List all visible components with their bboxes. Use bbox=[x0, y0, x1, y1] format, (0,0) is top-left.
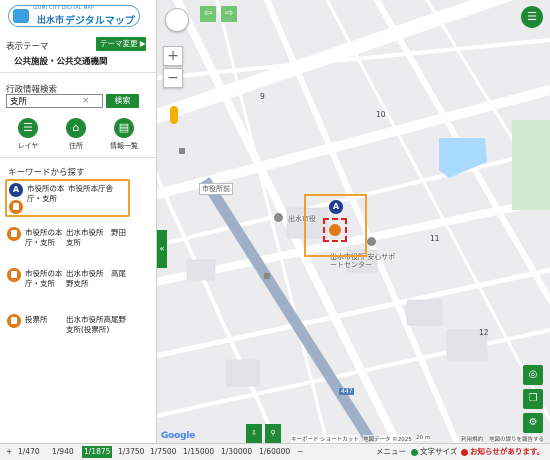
result-address: 出水市役所 高尾野支所 bbox=[66, 269, 126, 288]
google-logo: Google bbox=[161, 431, 196, 441]
block-number: 9 bbox=[260, 92, 265, 101]
forward-arrow-icon[interactable]: ⇨ bbox=[221, 6, 237, 22]
bottom-bar: + 1/470 1/940 1/1875 1/3750 1/7500 1/150… bbox=[0, 443, 550, 460]
scale-option[interactable]: 1/60000 bbox=[259, 446, 290, 458]
city-hall-icon bbox=[7, 268, 21, 282]
logo-small-text: IZUMI CITY DIGITAL MAP bbox=[33, 6, 95, 11]
station-label: 市役所前 bbox=[199, 183, 233, 195]
home-icon: ⌂ bbox=[66, 118, 86, 138]
city-hall-icon bbox=[7, 314, 21, 328]
map-data-text: 地図データ ©2025 bbox=[363, 435, 412, 443]
result-name: 市役所の本庁・支所 bbox=[25, 228, 63, 247]
compass-control[interactable] bbox=[165, 8, 189, 32]
result-name: 市役所の本庁・支所 bbox=[27, 184, 65, 203]
scale-option[interactable]: 1/940 bbox=[52, 446, 74, 458]
result-address: 市役所本庁舎 bbox=[68, 184, 113, 193]
tool-layer-label: レイヤ bbox=[17, 142, 39, 150]
tool-layer[interactable]: ☰ レイヤ bbox=[8, 118, 48, 151]
text-size-icon bbox=[411, 449, 418, 456]
scale-option[interactable]: 1/3750 bbox=[118, 446, 144, 458]
poi-icon[interactable] bbox=[274, 213, 283, 222]
keyword-label: キーワードから探す bbox=[8, 168, 85, 178]
result-address: 出水市役所 野田支所 bbox=[66, 228, 126, 247]
logo-main-text: デジタルマップ bbox=[65, 16, 135, 27]
city-hall-icon bbox=[9, 200, 23, 214]
theme-change-button[interactable]: テーマ変更 ▶ bbox=[96, 37, 146, 51]
walk-icon[interactable]: ⇩ bbox=[246, 424, 262, 443]
scale-option[interactable]: 1/7500 bbox=[150, 446, 176, 458]
tool-info-list[interactable]: ▤ 情報一覧 bbox=[104, 118, 144, 151]
keyboard-shortcuts-link[interactable]: キーボード ショートカット bbox=[291, 435, 359, 443]
tool-address[interactable]: ⌂ 住所 bbox=[56, 118, 96, 151]
route-shield: 447 bbox=[339, 388, 355, 395]
map-menu-button[interactable]: ☰ bbox=[521, 6, 543, 28]
block-number: 10 bbox=[376, 110, 386, 119]
scale-option-active[interactable]: 1/1875 bbox=[82, 446, 113, 458]
scale-option[interactable]: 1/15000 bbox=[183, 446, 214, 458]
sidebar: IZUMI CITY DIGITAL MAP 出水市 デジタルマップ 表示テーマ… bbox=[0, 0, 157, 443]
scale-text: 20 m bbox=[416, 435, 431, 441]
result-address: 出水市役所高尾野支所(投票所) bbox=[66, 315, 126, 334]
divider bbox=[0, 157, 157, 158]
tool-address-label: 住所 bbox=[69, 142, 83, 150]
city-hall-icon bbox=[329, 224, 341, 236]
theme-value: 公共施設・公共交通機関 bbox=[14, 57, 108, 67]
poi-icon bbox=[179, 148, 185, 154]
locate-icon[interactable]: ◎ bbox=[523, 365, 543, 385]
map-canvas[interactable]: ⇦ ⇨ ☰ + − 9 10 11 12 市役所前 出水市役 出水市役所 安心サ… bbox=[157, 0, 550, 443]
clear-icon[interactable]: × bbox=[82, 94, 92, 108]
menu-link[interactable]: メニュー bbox=[376, 446, 406, 458]
logo-mark-icon bbox=[13, 9, 29, 23]
pegman-icon[interactable] bbox=[170, 106, 178, 124]
app: IZUMI CITY DIGITAL MAP 出水市 デジタルマップ 表示テーマ… bbox=[0, 0, 550, 460]
poi-icon bbox=[264, 273, 270, 279]
layers-icon[interactable]: ❐ bbox=[523, 389, 543, 409]
notice-link[interactable]: お知らせがあります。 bbox=[470, 446, 544, 458]
logo-city-text: 出水市 bbox=[37, 16, 65, 26]
divider bbox=[0, 72, 157, 73]
pin-icon[interactable]: ⚲ bbox=[265, 424, 281, 443]
poi-icon[interactable] bbox=[367, 237, 376, 246]
zoom-minus-button[interactable]: − bbox=[297, 446, 303, 458]
marker-a-icon[interactable]: A bbox=[329, 200, 343, 214]
city-hall-icon bbox=[7, 227, 21, 241]
list-item[interactable]: 市役所の本庁・支所 出水市役所 高尾野支所 bbox=[5, 266, 130, 304]
zoom-in-button[interactable]: + bbox=[163, 46, 183, 66]
text-size-link[interactable]: 文字サイズ bbox=[420, 446, 457, 458]
report-link[interactable]: 地図の誤りを報告する bbox=[489, 435, 545, 443]
tool-info-list-label: 情報一覧 bbox=[110, 142, 138, 150]
theme-label: 表示テーマ bbox=[6, 42, 49, 52]
zoom-out-button[interactable]: − bbox=[163, 68, 183, 88]
list-icon: ☰ bbox=[18, 118, 38, 138]
city-hall-marker[interactable] bbox=[323, 218, 347, 242]
block-number: 12 bbox=[479, 328, 489, 337]
list-item[interactable]: A 市役所の本庁・支所 市役所本庁舎 bbox=[5, 179, 130, 217]
notice-icon bbox=[461, 449, 468, 456]
list-item[interactable]: 投票所 出水市役所高尾野支所(投票所) bbox=[5, 312, 130, 350]
block-number: 11 bbox=[430, 234, 440, 243]
app-logo[interactable]: IZUMI CITY DIGITAL MAP 出水市 デジタルマップ bbox=[8, 5, 140, 27]
result-name: 市役所の本庁・支所 bbox=[25, 269, 63, 288]
sidebar-collapse-toggle[interactable]: « bbox=[157, 230, 167, 268]
search-button[interactable]: 検索 bbox=[106, 94, 139, 108]
result-name: 投票所 bbox=[25, 315, 48, 324]
terms-link[interactable]: 利用規約 bbox=[461, 435, 484, 443]
scale-option[interactable]: 1/470 bbox=[18, 446, 40, 458]
marker-a-icon: A bbox=[9, 183, 23, 197]
table-icon: ▤ bbox=[114, 118, 134, 138]
gear-icon[interactable]: ⚙ bbox=[523, 413, 543, 433]
scale-option[interactable]: 1/30000 bbox=[221, 446, 252, 458]
list-item[interactable]: 市役所の本庁・支所 出水市役所 野田支所 bbox=[5, 225, 130, 263]
zoom-plus-button[interactable]: + bbox=[6, 446, 12, 458]
back-arrow-icon[interactable]: ⇦ bbox=[200, 6, 216, 22]
